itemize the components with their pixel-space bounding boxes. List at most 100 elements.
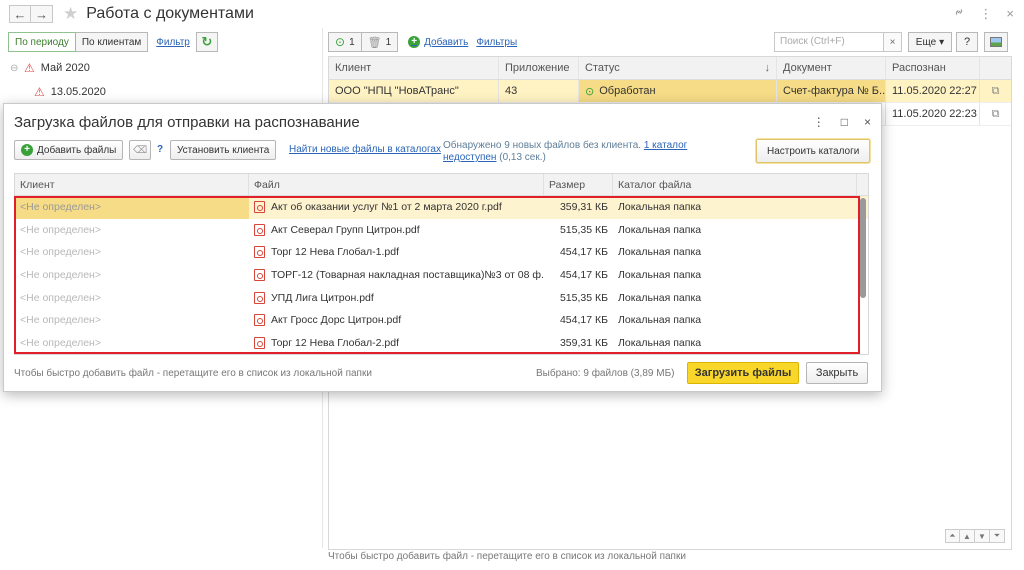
cell-client[interactable]: <Не определен> <box>15 219 249 242</box>
dialog-close-icon[interactable]: × <box>864 115 871 129</box>
cell-file: ТОРГ-12 (Товарная накладная поставщика)№… <box>249 264 544 287</box>
upload-files-button[interactable]: Загрузить файлы <box>687 362 799 384</box>
pdf-file-icon <box>254 246 265 259</box>
cell-file: УПД Лига Цитрон.pdf <box>249 286 544 309</box>
col-file[interactable]: Файл <box>249 174 544 195</box>
period-tree: ⊖ ⚠ Май 2020 ⚠ 13.05.2020 <box>10 56 315 104</box>
deleted-count-button[interactable]: 🗑 1 <box>360 32 399 52</box>
col-document[interactable]: Документ <box>777 57 886 79</box>
cell-client[interactable]: <Не определен> <box>15 196 249 219</box>
file-name: Акт об оказании услуг №1 от 2 марта 2020… <box>271 201 502 214</box>
col-size[interactable]: Размер <box>544 174 613 195</box>
arrow-left-icon: ← <box>13 6 27 22</box>
tree-node-day[interactable]: ⚠ 13.05.2020 <box>10 80 315 104</box>
catalog-link[interactable]: 1 каталог <box>644 140 687 151</box>
add-files-label: Добавить файлы <box>37 144 117 156</box>
scan-time: (0,13 сек.) <box>499 152 546 163</box>
col-status-label: Статус <box>585 62 620 74</box>
table-row[interactable]: ООО "НПЦ "НовАТранс" 43 ⊙ Обработан Счет… <box>329 80 1011 103</box>
refresh-button[interactable]: ↻ <box>195 32 218 52</box>
unavailable-link[interactable]: недоступен <box>443 152 496 163</box>
configure-catalogs-button[interactable]: Настроить каталоги <box>756 139 871 163</box>
set-client-button[interactable]: Установить клиента <box>170 140 277 160</box>
page-down-icon[interactable]: ▼ <box>975 529 990 543</box>
search-input[interactable]: Поиск (Ctrl+F) <box>774 32 884 52</box>
dialog-title: Загрузка файлов для отправки на распозна… <box>14 114 360 131</box>
col-catalog[interactable]: Каталог файла <box>613 174 857 195</box>
file-name: ТОРГ-12 (Товарная накладная поставщика)№… <box>271 269 544 282</box>
file-row[interactable]: <Не определен> Акт Гросс Дорс Цитрон.pdf… <box>15 309 868 332</box>
image-view-button[interactable] <box>984 32 1008 52</box>
processed-count-button[interactable]: ⊙ 1 <box>328 32 361 52</box>
cell-size: 359,31 КБ <box>559 336 608 349</box>
status-text: Обработан <box>599 85 656 97</box>
window-controls: ⋮ × <box>953 6 1014 22</box>
cell-client[interactable]: <Не определен> <box>15 332 249 354</box>
first-page-icon[interactable]: ⏶ <box>945 529 960 543</box>
close-dialog-button[interactable]: Закрыть <box>806 362 868 384</box>
dialog-drop-hint: Чтобы быстро добавить файл - перетащите … <box>14 368 372 379</box>
files-scrollbar[interactable] <box>860 198 866 298</box>
cell-file: Акт Северал Групп Цитрон.pdf <box>249 219 544 242</box>
forward-button[interactable]: → <box>31 5 53 23</box>
file-row[interactable]: <Не определен> Акт Северал Групп Цитрон.… <box>15 219 868 242</box>
col-client[interactable]: Клиент <box>329 57 499 79</box>
dialog-toolbar: + Добавить файлы ⌫ ? Установить клиента … <box>14 139 876 165</box>
cell-size: 454,17 КБ <box>559 269 608 282</box>
more-menu-icon[interactable]: ⋮ <box>979 6 992 22</box>
dialog-menu-icon[interactable]: ⋮ <box>813 115 825 129</box>
filters-link[interactable]: Фильтры <box>476 37 517 48</box>
file-row[interactable]: <Не определен> Торг 12 Нева Глобал-1.pdf… <box>15 241 868 264</box>
close-window-icon[interactable]: × <box>1006 6 1014 22</box>
file-row[interactable]: <Не определен> Торг 12 Нева Глобал-2.pdf… <box>15 332 868 354</box>
pdf-file-icon <box>254 336 265 349</box>
open-document-icon[interactable]: ⧉ <box>980 103 1011 125</box>
cell-file: Акт об оказании услуг №1 от 2 марта 2020… <box>249 196 544 219</box>
find-new-files-link[interactable]: Найти новые файлы в каталогах <box>289 144 441 155</box>
tree-node-label: Май 2020 <box>40 62 90 74</box>
help-link[interactable]: ? <box>157 144 163 155</box>
cell-size: 515,35 КБ <box>559 223 608 236</box>
col-client[interactable]: Клиент <box>15 174 249 195</box>
col-recognized[interactable]: Распознан <box>886 57 980 79</box>
link-icon[interactable] <box>953 6 965 22</box>
cell-client[interactable]: <Не определен> <box>15 286 249 309</box>
last-page-icon[interactable]: ⏷ <box>990 529 1005 543</box>
collapse-icon[interactable]: ⊖ <box>10 63 24 74</box>
dialog-controls: ⋮ □ × <box>813 115 871 129</box>
file-row[interactable]: <Не определен> Акт об оказании услуг №1 … <box>15 196 868 219</box>
cell-size: 454,17 КБ <box>559 246 608 259</box>
chevron-down-icon: ▾ <box>939 36 945 48</box>
favorite-star-icon[interactable]: ★ <box>63 4 78 24</box>
file-name: Акт Северал Групп Цитрон.pdf <box>271 223 420 236</box>
cell-client[interactable]: <Не определен> <box>15 309 249 332</box>
file-row[interactable]: <Не определен> УПД Лига Цитрон.pdf 515,3… <box>15 286 868 309</box>
file-row[interactable]: <Не определен> ТОРГ-12 (Товарная накладн… <box>15 264 868 287</box>
tree-node-month[interactable]: ⊖ ⚠ Май 2020 <box>10 56 315 80</box>
col-app[interactable]: Приложение <box>499 57 579 79</box>
cell-client[interactable]: <Не определен> <box>15 241 249 264</box>
warning-icon: ⚠ <box>34 85 45 99</box>
by-period-button[interactable]: По периоду <box>8 32 76 52</box>
maximize-icon[interactable]: □ <box>841 115 848 129</box>
sort-desc-icon: ↓ <box>764 62 771 74</box>
by-clients-button[interactable]: По клиентам <box>75 32 149 52</box>
filter-link[interactable]: Фильтр <box>156 37 190 48</box>
more-button[interactable]: Еще ▾ <box>908 32 952 52</box>
pdf-file-icon <box>254 269 265 282</box>
add-link[interactable]: + Добавить <box>408 36 468 48</box>
cell-client[interactable]: <Не определен> <box>15 264 249 287</box>
page-up-icon[interactable]: ▲ <box>960 529 975 543</box>
col-status[interactable]: Статус ↓ <box>579 57 777 79</box>
clear-selection-button[interactable]: ⌫ <box>129 140 151 160</box>
files-table: Клиент Файл Размер Каталог файла <Не опр… <box>14 173 869 355</box>
pdf-file-icon <box>254 201 265 214</box>
help-button[interactable]: ? <box>956 32 978 52</box>
pdf-file-icon <box>254 291 265 304</box>
eraser-icon: ⌫ <box>132 144 148 156</box>
check-circle-icon: ⊙ <box>585 85 595 98</box>
open-document-icon[interactable]: ⧉ <box>980 80 1011 102</box>
add-files-button[interactable]: + Добавить файлы <box>14 140 124 160</box>
search-clear-button[interactable]: × <box>884 32 902 52</box>
back-button[interactable]: ← <box>9 5 31 23</box>
